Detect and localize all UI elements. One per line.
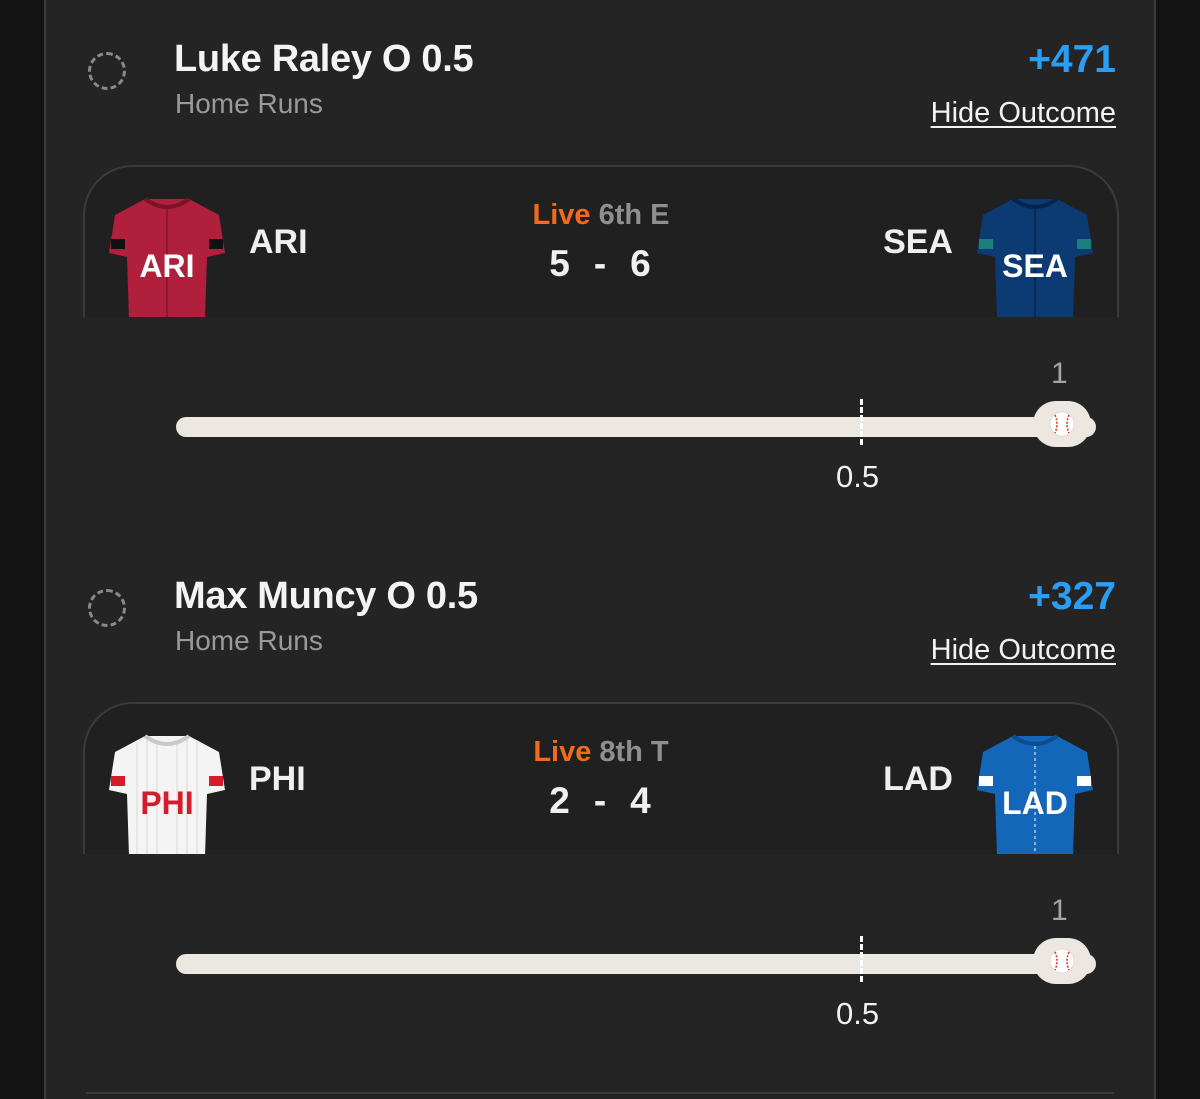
away-score: 4 <box>630 780 653 821</box>
home-score: 5 <box>549 243 572 284</box>
leg-card: Max Muncy O 0.5 Home Runs +327 Hide Outc… <box>46 537 1154 1074</box>
away-score: 6 <box>630 243 653 284</box>
svg-text:LAD: LAD <box>1002 785 1068 821</box>
score-separator: - <box>593 780 609 821</box>
progress-track <box>176 417 1096 437</box>
game-scoreboard[interactable]: ARI ARI Live 6th E 5-6 SEA SEA <box>83 165 1119 317</box>
odds-value: +471 <box>1028 38 1116 81</box>
progress-track <box>176 954 1096 974</box>
odds-value: +327 <box>1028 575 1116 618</box>
threshold-label: 0.5 <box>836 459 880 494</box>
game-status: Live 6th E <box>85 199 1117 232</box>
score-display: 5-6 <box>85 243 1117 285</box>
game-scoreboard[interactable]: PHI PHI Live 8th T 2-4 LAD LAD <box>83 702 1119 854</box>
stat-type: Home Runs <box>175 88 323 119</box>
score-display: 2-4 <box>85 780 1117 822</box>
progress-max-label: 1 <box>1051 357 1068 390</box>
pending-status-icon <box>88 52 126 90</box>
lad-jersey-icon: LAD <box>977 734 1093 854</box>
sea-jersey-icon: SEA <box>977 197 1093 317</box>
leg-card: Luke Raley O 0.5 Home Runs +471 Hide Out… <box>46 0 1154 537</box>
hide-outcome-link[interactable]: Hide Outcome <box>931 634 1116 667</box>
game-status: Live 8th T <box>85 736 1117 769</box>
progress-tracker: 0.5 <box>176 936 1096 1032</box>
stat-type: Home Runs <box>175 625 323 656</box>
live-indicator: Live <box>533 736 592 768</box>
threshold-marker <box>860 936 863 982</box>
threshold-marker <box>860 399 863 445</box>
away-team-abbr: LAD <box>883 760 953 798</box>
inning-label: 6th E <box>598 199 670 231</box>
hide-outcome-link[interactable]: Hide Outcome <box>931 97 1116 130</box>
away-team-abbr: SEA <box>883 223 953 261</box>
inning-label: 8th T <box>599 736 669 768</box>
svg-text:SEA: SEA <box>1002 248 1068 284</box>
player-prop-title: Max Muncy O 0.5 <box>174 575 478 617</box>
progress-tracker: 0.5 <box>176 399 1096 495</box>
baseball-icon <box>1033 401 1091 447</box>
parlay-legs-panel: Luke Raley O 0.5 Home Runs +471 Hide Out… <box>44 0 1156 1099</box>
pending-status-icon <box>88 589 126 627</box>
live-indicator: Live <box>532 199 591 231</box>
threshold-label: 0.5 <box>836 996 880 1031</box>
score-separator: - <box>593 243 609 284</box>
divider <box>86 1092 1114 1094</box>
baseball-icon <box>1033 938 1091 984</box>
home-score: 2 <box>549 780 572 821</box>
player-prop-title: Luke Raley O 0.5 <box>174 38 474 80</box>
progress-max-label: 1 <box>1051 894 1068 927</box>
